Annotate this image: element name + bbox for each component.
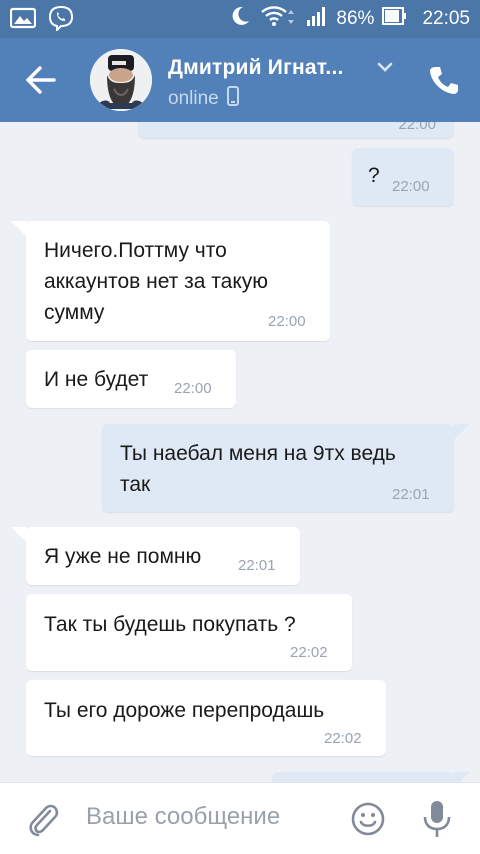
message-composer: Ваше сообщение xyxy=(0,782,480,854)
message-tail xyxy=(11,221,27,237)
battery-percent: 86% xyxy=(336,8,375,29)
incoming-message[interactable]: Ничего.Поттму что аккаунтов нет за такую… xyxy=(26,221,330,341)
avatar[interactable] xyxy=(90,49,152,111)
arrow-left-icon xyxy=(26,66,56,94)
contact-name[interactable]: Дмитрий Игнат... xyxy=(168,56,344,80)
message-text-line: аккаунтов нет за такую xyxy=(44,270,269,293)
emoji-button[interactable] xyxy=(350,801,386,837)
outgoing-message[interactable]: 22:00 xyxy=(138,122,454,138)
message-time: 22:00 xyxy=(392,178,430,195)
message-time: 22:02 xyxy=(290,644,328,661)
wifi-icon xyxy=(260,4,298,34)
message-text-line: так xyxy=(120,473,151,496)
message-tail xyxy=(454,424,470,440)
attach-button[interactable] xyxy=(26,801,60,839)
message-text: Так ты будешь покупать ? xyxy=(44,613,296,636)
message-text: И не будет xyxy=(44,368,149,391)
message-input[interactable]: Ваше сообщение xyxy=(86,803,280,831)
message-time: 22:00 xyxy=(398,122,436,133)
chevron-down-icon[interactable] xyxy=(376,60,394,74)
clock: 22:05 xyxy=(422,8,470,29)
incoming-message[interactable]: Ты его дороже перепродашь 22:02 xyxy=(26,680,386,756)
message-text: ? xyxy=(368,164,380,187)
paperclip-icon xyxy=(29,804,59,837)
phone-icon xyxy=(430,67,458,94)
message-time: 22:02 xyxy=(324,730,362,747)
outgoing-message[interactable]: Ты наебал меня на 9тх ведь так 22:01 xyxy=(102,424,454,512)
incoming-message[interactable]: Я уже не помню 22:01 xyxy=(26,527,300,585)
avatar-portrait-icon xyxy=(90,49,152,111)
contact-status: online xyxy=(168,86,239,112)
message-text-line: сумму xyxy=(44,301,105,324)
outgoing-message[interactable]: ? 22:00 xyxy=(352,148,454,206)
moon-icon xyxy=(228,4,252,34)
gallery-icon xyxy=(9,7,37,34)
message-time: 22:00 xyxy=(174,380,212,397)
message-list[interactable]: 22:00 ? 22:00 Ничего.Поттму что аккаунто… xyxy=(0,122,480,782)
message-text: Я уже не помню xyxy=(44,545,202,568)
mobile-phone-icon xyxy=(226,86,239,112)
incoming-message[interactable]: Так ты будешь покупать ? 22:02 xyxy=(26,594,352,671)
message-text-line: Ты наебал меня на 9тх ведь xyxy=(120,442,396,465)
battery-icon xyxy=(382,6,408,32)
message-text-line: Ничего.Поттму что xyxy=(44,239,227,262)
viber-icon xyxy=(48,5,74,36)
microphone-icon xyxy=(423,801,451,837)
smiley-icon xyxy=(351,802,385,836)
message-time: 22:01 xyxy=(238,557,276,574)
message-tail xyxy=(454,772,470,782)
message-text: Ты его дороже перепродашь xyxy=(44,699,325,722)
online-status-label: online xyxy=(168,88,219,109)
message-tail xyxy=(11,527,27,543)
call-button[interactable] xyxy=(428,64,460,96)
incoming-message[interactable]: И не будет 22:00 xyxy=(26,350,236,408)
back-button[interactable] xyxy=(22,62,62,98)
voice-record-button[interactable] xyxy=(422,799,452,839)
message-time: 22:01 xyxy=(392,486,430,503)
status-bar: 86% 22:05 xyxy=(0,0,480,38)
message-time: 22:00 xyxy=(268,313,306,330)
chat-header: Дмитрий Игнат... online xyxy=(0,38,480,122)
outgoing-message[interactable] xyxy=(272,772,454,782)
signal-icon xyxy=(306,5,328,33)
